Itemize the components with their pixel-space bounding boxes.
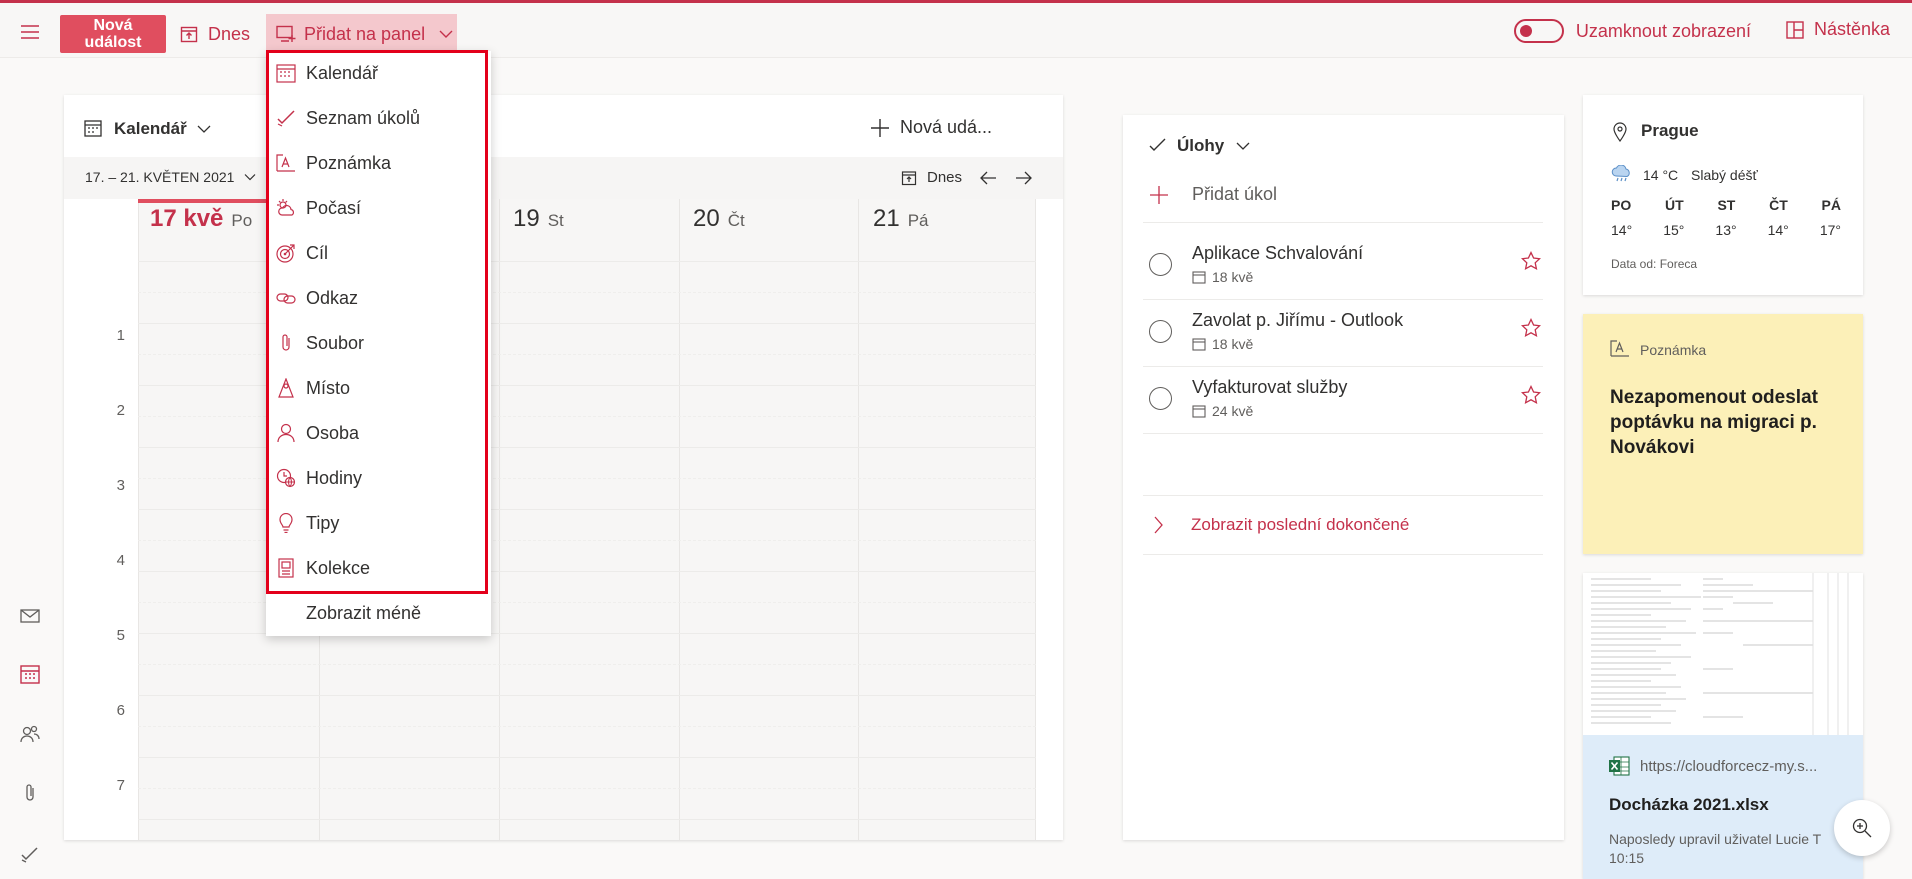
hour-label: 1 [116,327,125,344]
day-column [1035,199,1036,840]
highlight-box [266,50,488,594]
zoom-in-icon [1852,818,1872,838]
calendar-today-icon [901,170,917,186]
calendar-today-icon [180,25,198,43]
task-complete-checkbox[interactable] [1149,320,1172,343]
task-complete-checkbox[interactable] [1149,253,1172,276]
calendar-card: Kalendář Nová udá... 17. – 21. KVĚTEN 20… [64,95,1063,840]
date-range-dropdown[interactable]: 17. – 21. KVĚTEN 2021 [85,169,256,185]
calendar-title-dropdown[interactable]: Kalendář [114,119,211,139]
calendar-small-icon [1192,404,1206,418]
zoom-button[interactable] [1834,800,1890,856]
task-complete-checkbox[interactable] [1149,387,1172,410]
note-card[interactable]: Poznámka Nezapomenout odeslat poptávku n… [1583,314,1863,554]
star-icon[interactable] [1521,385,1541,405]
calendar-header: Kalendář Nová udá... [64,95,1063,157]
toggle-switch[interactable] [1513,19,1564,43]
chevron-down-icon [197,124,211,134]
day-header: 20 Čt [693,205,745,232]
calendar-small-icon [1192,270,1206,284]
star-icon[interactable] [1521,318,1541,338]
location-pin-icon [1613,122,1627,142]
left-rail [0,58,60,879]
people-icon[interactable] [19,723,41,745]
note-icon [1610,340,1630,358]
board-button[interactable]: Nástěnka [1786,19,1890,40]
calendar-subheader: 17. – 21. KVĚTEN 2021 Dnes [64,157,1063,199]
tasks-title-dropdown[interactable]: Úlohy [1177,136,1250,156]
plus-icon [1149,185,1169,205]
chevron-right-icon [1153,516,1163,534]
todo-checkmark-icon[interactable] [19,843,41,865]
hour-label: 5 [116,627,125,644]
hour-label: 4 [116,552,125,569]
hamburger-menu-icon[interactable] [20,24,42,40]
task-item[interactable]: Zavolat p. Jiřímu - Outlook 18 kvě [1143,300,1543,367]
excel-icon [1608,755,1630,777]
new-event-link[interactable]: Nová udá... [870,117,992,138]
day-column [858,199,859,840]
forecast-days: PO ÚT ST ČT PÁ [1611,197,1841,213]
new-event-button[interactable]: Nová událost [60,15,166,53]
weather-card: Prague 14 °C Slabý déšť PO ÚT ST ČT PÁ 1… [1583,95,1863,295]
day-header: 19 St [513,205,564,232]
hour-label: 6 [116,702,125,719]
file-preview [1583,573,1863,735]
day-column [499,199,500,840]
hour-label: 3 [116,477,125,494]
plus-icon [870,118,890,138]
day-header: 21 Pá [873,205,929,232]
task-item[interactable]: Vyfakturovat služby 24 kvě [1143,367,1543,434]
today-button[interactable]: Dnes [180,19,250,49]
tasks-card: Úlohy Přidat úkol Aplikace Schvalování 1… [1123,115,1564,840]
calendar-icon[interactable] [19,663,41,685]
task-item[interactable]: Aplikace Schvalování 18 kvě [1143,233,1543,300]
hour-label: 2 [116,402,125,419]
chevron-down-icon [1236,141,1250,151]
calendar-small-icon [1192,337,1206,351]
checkmark-icon [1149,137,1167,153]
hour-label: 7 [116,777,125,794]
file-card[interactable]: https://cloudforcecz-my.s... Docházka 20… [1583,573,1863,879]
day-column [679,199,680,840]
chevron-down-icon [244,173,256,181]
forecast-temps: 14° 15° 13° 14° 17° [1611,222,1841,238]
show-completed-link[interactable]: Zobrazit poslední dokončené [1143,495,1543,555]
chevron-down-icon [439,29,453,39]
board-icon [1786,20,1804,39]
file-info: https://cloudforcecz-my.s... Docházka 20… [1583,735,1863,879]
paperclip-icon[interactable] [19,782,41,804]
day-header-today: 17 kvě Po [150,205,253,232]
star-icon[interactable] [1521,251,1541,271]
calendar-today-button[interactable]: Dnes [901,169,962,186]
day-column [138,199,139,840]
calendar-icon [84,119,102,137]
lock-view-toggle[interactable]: Uzamknout zobrazení [1513,19,1751,43]
add-panel-icon [276,25,296,43]
rain-cloud-icon [1611,165,1633,183]
arrow-right-icon[interactable] [1015,170,1033,186]
add-to-panel-button[interactable]: Přidat na panel [266,14,457,54]
mail-icon[interactable] [19,605,41,627]
arrow-left-icon[interactable] [979,170,997,186]
show-less-button[interactable]: Zobrazit méně [266,591,488,636]
add-task-row[interactable]: Přidat úkol [1143,167,1543,223]
